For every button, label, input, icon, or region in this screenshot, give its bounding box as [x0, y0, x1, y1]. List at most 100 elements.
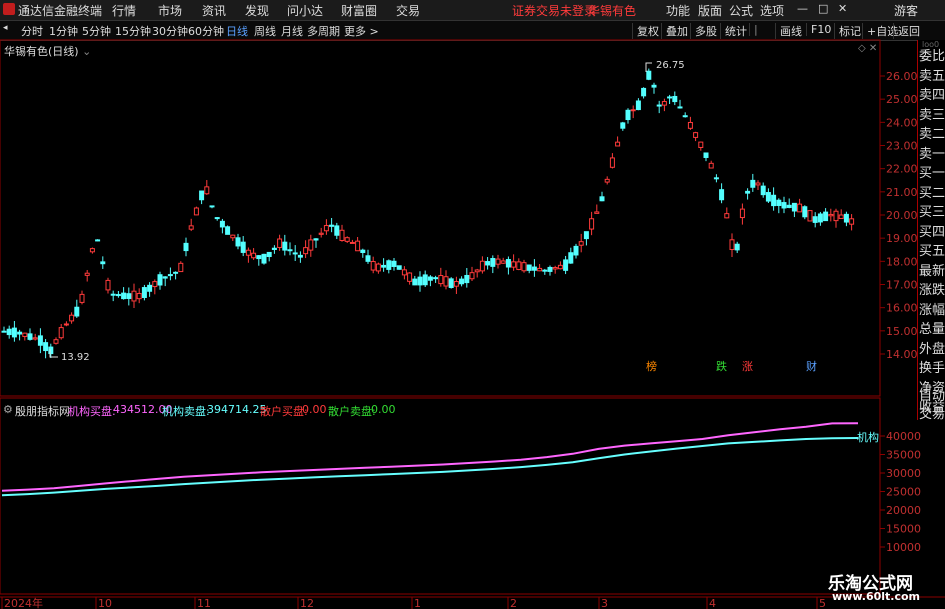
indicator-name[interactable]: 殷朋指标网	[15, 403, 70, 419]
candle-body	[141, 287, 147, 298]
side-item-7[interactable]: 买二	[919, 182, 945, 201]
side-item-15[interactable]: 外盘	[919, 338, 945, 357]
candle-body	[152, 281, 158, 288]
indicator-tick-label: 40000	[886, 430, 921, 443]
candle-body	[823, 211, 829, 222]
candle-body	[1, 330, 7, 333]
side-item-10[interactable]: 买五	[919, 240, 945, 259]
candle-body	[698, 141, 704, 148]
candle-body	[713, 177, 719, 180]
side-item-3[interactable]: 卖三	[919, 104, 945, 123]
candle-body	[609, 157, 615, 168]
side-item-13[interactable]: 涨幅	[919, 299, 945, 318]
candle-body	[641, 87, 647, 97]
candle-body	[32, 337, 38, 340]
chart-settings-icon[interactable]: ◇ ✕	[858, 43, 877, 54]
candle-body	[131, 290, 137, 302]
candle-body	[271, 247, 277, 250]
indicator-settings-icon[interactable]: ⚙	[3, 403, 13, 416]
candle-body	[459, 278, 465, 285]
candle-body	[479, 260, 485, 272]
candle-body	[630, 109, 636, 112]
marker-rank[interactable]: 榜	[646, 359, 657, 373]
marker-fall[interactable]: 跌	[716, 359, 727, 373]
price-tick-label: 24.00	[886, 116, 918, 129]
side-item-4[interactable]: 卖二	[919, 123, 945, 142]
candle-body	[849, 218, 855, 225]
candle-body	[386, 260, 392, 270]
candle-body	[105, 279, 111, 291]
side-item-0[interactable]: 委比	[919, 45, 945, 64]
candle-body	[37, 335, 43, 346]
candle-body	[568, 252, 574, 264]
candle-body	[833, 210, 839, 222]
marker-rise[interactable]: 涨	[742, 360, 753, 373]
candle-body	[48, 346, 54, 355]
side-item-2[interactable]: 卖四	[919, 84, 945, 103]
candle-body	[791, 202, 797, 212]
candle-body	[147, 284, 153, 292]
candle-body	[693, 132, 699, 138]
candle-body	[453, 281, 459, 287]
brand-url: www.60lt.com	[832, 590, 921, 603]
candle-body	[734, 243, 740, 251]
side-item-16[interactable]: 换手	[919, 357, 945, 376]
stock-chart-title: 华锡有色(日线) ⌄	[4, 45, 92, 58]
candle-body	[443, 276, 449, 287]
candle-body	[313, 238, 319, 241]
candle-body	[256, 255, 262, 260]
price-tick-label: 17.00	[886, 279, 918, 292]
candle-body	[765, 192, 771, 202]
candle-body	[594, 211, 600, 214]
candle-body	[797, 203, 803, 213]
candle-body	[365, 255, 371, 262]
x-tick-label: 4	[709, 597, 716, 609]
candle-body	[261, 253, 267, 264]
side-item-11[interactable]: 最新	[919, 260, 945, 279]
x-tick-label: 3	[601, 597, 608, 609]
candle-body	[635, 100, 641, 111]
candle-body	[17, 331, 23, 335]
candle-body	[807, 210, 813, 222]
marker-finance[interactable]: 财	[806, 359, 817, 373]
candle-body	[427, 276, 433, 281]
candle-body	[781, 202, 787, 209]
candle-body	[552, 267, 558, 270]
candle-body	[240, 241, 246, 253]
candle-body	[531, 266, 537, 271]
candle-body	[297, 254, 303, 258]
candle-body	[724, 213, 730, 219]
side-item-9[interactable]: 买四	[919, 221, 945, 240]
candle-body	[620, 122, 626, 129]
kline-chart[interactable]: 26.0025.0024.0023.0022.0021.0020.0019.00…	[0, 0, 945, 609]
candle-body	[573, 245, 579, 256]
side-bottom-0[interactable]: 自动	[919, 385, 945, 404]
side-item-12[interactable]: 涨跌	[919, 279, 945, 298]
candle-body	[308, 239, 314, 251]
candle-body	[563, 259, 569, 271]
side-item-14[interactable]: 总量	[919, 318, 945, 337]
price-tick-label: 19.00	[886, 232, 918, 245]
candle-body	[838, 214, 844, 219]
candle-body	[209, 205, 215, 208]
side-bottom-1[interactable]: 交易	[919, 403, 945, 422]
candle-body	[225, 226, 231, 235]
x-tick-label: 2024年	[4, 596, 43, 609]
candle-body	[745, 190, 751, 194]
side-item-6[interactable]: 买一	[919, 162, 945, 181]
candle-body	[448, 278, 454, 288]
candle-body	[318, 232, 324, 235]
side-item-5[interactable]: 卖一	[919, 143, 945, 162]
price-tick-label: 15.00	[886, 325, 918, 338]
side-item-8[interactable]: 买三	[919, 201, 945, 220]
candle-body	[828, 213, 834, 217]
side-item-1[interactable]: 卖五	[919, 65, 945, 84]
candle-body	[329, 224, 335, 227]
candle-body	[547, 266, 553, 272]
indicator-tick-label: 20000	[886, 504, 921, 517]
candle-body	[672, 95, 678, 103]
candle-body	[760, 185, 766, 196]
candle-body	[43, 342, 49, 352]
candle-body	[401, 269, 407, 276]
x-tick-label: 12	[300, 597, 314, 609]
